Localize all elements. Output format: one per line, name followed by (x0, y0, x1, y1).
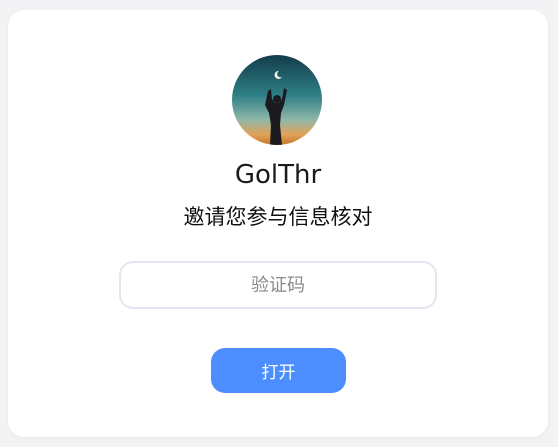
verification-code-input[interactable] (119, 261, 437, 309)
invite-message: 邀请您参与信息核对 (183, 205, 373, 229)
verification-card: GolThr 邀请您参与信息核对 打开 (8, 10, 548, 437)
avatar-image (232, 55, 322, 145)
open-button[interactable]: 打开 (211, 348, 346, 393)
avatar (232, 55, 322, 145)
username: GolThr (234, 160, 322, 190)
